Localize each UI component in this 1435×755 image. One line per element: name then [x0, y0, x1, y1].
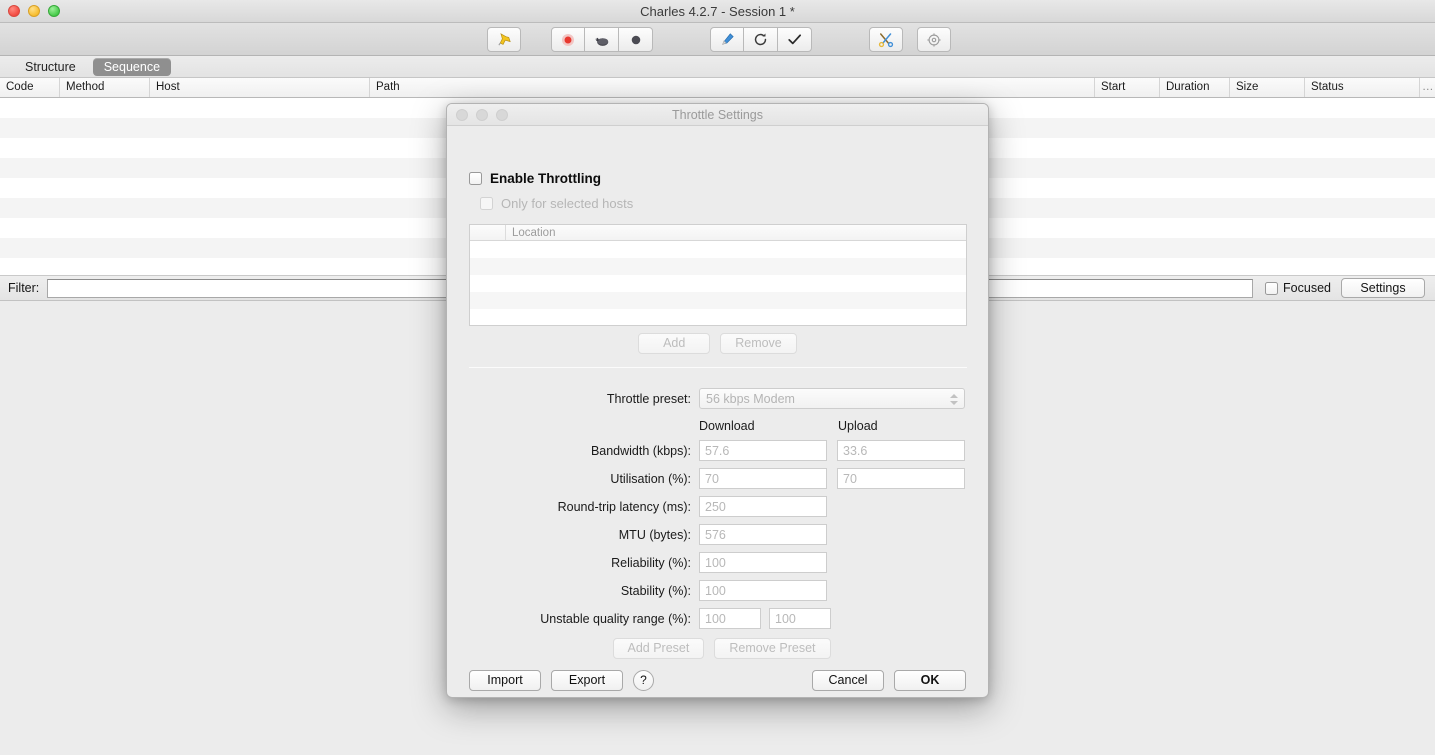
stability-label: Stability (%): — [620, 583, 691, 598]
list-item[interactable] — [470, 275, 966, 292]
clear-session-icon[interactable] — [487, 27, 521, 52]
enable-throttling-checkbox[interactable] — [469, 172, 482, 185]
throttle-preset-select[interactable]: 56 kbps Modem — [699, 388, 965, 409]
mtu-input[interactable] — [699, 524, 827, 545]
breakpoints-icon[interactable] — [619, 27, 653, 52]
cancel-button[interactable]: Cancel — [812, 670, 884, 691]
list-item[interactable] — [470, 258, 966, 275]
tab-structure[interactable]: Structure — [14, 58, 87, 76]
column-options-button[interactable]: … — [1420, 78, 1435, 97]
session-table-header: Code Method Host Path Start Duration Siz… — [0, 78, 1435, 98]
upload-column-label: Upload — [838, 419, 878, 433]
validate-icon[interactable] — [778, 27, 812, 52]
location-list-buttons: Add Remove — [447, 333, 988, 354]
column-header-method[interactable]: Method — [60, 78, 150, 97]
stability-row: Stability (%): — [447, 580, 988, 601]
reliability-input[interactable] — [699, 552, 827, 573]
column-header-start[interactable]: Start — [1095, 78, 1160, 97]
dialog-footer: Import Export ? Cancel OK — [469, 670, 966, 691]
preset-buttons: Add Preset Remove Preset — [447, 638, 988, 659]
enable-throttling-label: Enable Throttling — [490, 171, 601, 186]
main-toolbar — [0, 23, 1435, 56]
only-selected-hosts-row[interactable]: Only for selected hosts — [480, 196, 633, 211]
help-icon[interactable]: ? — [633, 670, 654, 691]
utilisation-download-input[interactable] — [699, 468, 827, 489]
column-header-duration[interactable]: Duration — [1160, 78, 1230, 97]
throttle-preset-row: Throttle preset: 56 kbps Modem — [447, 388, 988, 409]
unstable-quality-range-label: Unstable quality range (%): — [540, 611, 691, 626]
utilisation-row: Utilisation (%): — [447, 468, 988, 489]
location-list[interactable]: Location — [469, 224, 967, 326]
ok-button[interactable]: OK — [894, 670, 966, 691]
download-upload-headers: Download Upload — [447, 416, 988, 436]
only-selected-hosts-label: Only for selected hosts — [501, 196, 634, 211]
reliability-row: Reliability (%): — [447, 552, 988, 573]
latency-input[interactable] — [699, 496, 827, 517]
window-title: Charles 4.2.7 - Session 1 * — [640, 4, 795, 19]
tools-icon[interactable] — [869, 27, 903, 52]
charles-app-window: Charles 4.2.7 - Session 1 * Structure Se… — [0, 0, 1435, 755]
view-tabbar: Structure Sequence — [0, 56, 1435, 78]
throttle-settings-dialog: Throttle Settings Enable Throttling Only… — [446, 103, 989, 698]
utilisation-label: Utilisation (%): — [610, 471, 691, 486]
import-button[interactable]: Import — [469, 670, 541, 691]
column-header-location[interactable]: Location — [506, 227, 555, 239]
dialog-titlebar: Throttle Settings — [447, 104, 988, 126]
add-location-button[interactable]: Add — [638, 333, 711, 354]
column-header-code[interactable]: Code — [0, 78, 60, 97]
only-selected-hosts-checkbox[interactable] — [480, 197, 493, 210]
list-item[interactable] — [470, 292, 966, 309]
location-list-header-spacer — [470, 225, 506, 240]
focused-toggle[interactable]: Focused — [1265, 281, 1331, 295]
unstable-quality-max-input[interactable] — [769, 608, 831, 629]
column-header-path[interactable]: Path — [370, 78, 1095, 97]
throttle-form: Throttle preset: 56 kbps Modem Download … — [447, 388, 988, 636]
throttle-preset-label: Throttle preset: — [606, 391, 691, 406]
unstable-quality-min-input[interactable] — [699, 608, 761, 629]
focused-checkbox[interactable] — [1265, 281, 1279, 295]
bandwidth-upload-input[interactable] — [837, 440, 965, 461]
filter-settings-button[interactable]: Settings — [1341, 278, 1425, 298]
stability-input[interactable] — [699, 580, 827, 601]
bandwidth-label: Bandwidth (kbps): — [590, 443, 691, 458]
throttle-icon[interactable] — [585, 27, 619, 52]
remove-location-button[interactable]: Remove — [720, 333, 797, 354]
bandwidth-row: Bandwidth (kbps): — [447, 440, 988, 461]
main-titlebar: Charles 4.2.7 - Session 1 * — [0, 0, 1435, 23]
compose-icon[interactable] — [710, 27, 744, 52]
location-list-header: Location — [470, 225, 966, 241]
reliability-label: Reliability (%): — [611, 555, 691, 570]
record-icon[interactable] — [551, 27, 585, 52]
list-item[interactable] — [470, 309, 966, 325]
chevron-updown-icon[interactable] — [949, 392, 958, 407]
focused-label: Focused — [1283, 281, 1331, 295]
export-button[interactable]: Export — [551, 670, 623, 691]
remove-preset-button[interactable]: Remove Preset — [714, 638, 831, 659]
add-preset-button[interactable]: Add Preset — [612, 638, 705, 659]
column-header-host[interactable]: Host — [150, 78, 370, 97]
utilisation-upload-input[interactable] — [837, 468, 965, 489]
dialog-body: Enable Throttling Only for selected host… — [447, 126, 988, 697]
location-list-rows[interactable] — [470, 241, 966, 325]
section-divider — [469, 367, 967, 368]
throttle-preset-value: 56 kbps Modem — [706, 392, 795, 406]
mtu-row: MTU (bytes): — [447, 524, 988, 545]
download-column-label: Download — [699, 419, 755, 433]
enable-throttling-row[interactable]: Enable Throttling — [469, 171, 601, 186]
bandwidth-download-input[interactable] — [699, 440, 827, 461]
filter-label: Filter: — [8, 281, 40, 295]
unstable-quality-range-row: Unstable quality range (%): — [447, 608, 988, 629]
repeat-icon[interactable] — [744, 27, 778, 52]
latency-row: Round-trip latency (ms): — [447, 496, 988, 517]
list-item[interactable] — [470, 241, 966, 258]
column-header-size[interactable]: Size — [1230, 78, 1305, 97]
settings-icon[interactable] — [917, 27, 951, 52]
tab-sequence[interactable]: Sequence — [92, 57, 172, 76]
dialog-title: Throttle Settings — [671, 108, 763, 122]
mtu-label: MTU (bytes): — [618, 527, 691, 542]
column-header-status[interactable]: Status — [1305, 78, 1420, 97]
latency-label: Round-trip latency (ms): — [557, 499, 691, 514]
